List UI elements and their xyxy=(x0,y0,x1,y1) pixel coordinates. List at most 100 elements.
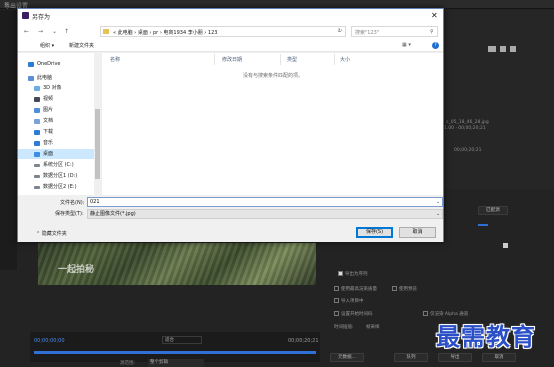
nav-item-drive-c[interactable]: 系统分区 (C:) xyxy=(18,160,94,170)
nav-item-label: OneDrive xyxy=(37,61,61,67)
cancel-button[interactable]: 取消 xyxy=(399,227,436,238)
close-icon[interactable]: ✕ xyxy=(431,11,438,20)
empty-message: 没有与搜索条件匹配的项。 xyxy=(243,73,304,79)
view-options-icon[interactable]: ▦ ▾ xyxy=(402,42,411,48)
option-label: 导入项目中 xyxy=(341,299,364,304)
column-header-name[interactable]: 名称 xyxy=(110,56,120,63)
column-separator[interactable] xyxy=(334,54,335,65)
quality-slider[interactable] xyxy=(478,224,488,226)
nav-item-label: 数据分区1 (D:) xyxy=(43,173,78,179)
filename-value: 021 xyxy=(90,199,100,205)
nav-item-desktop[interactable]: 桌面 xyxy=(18,149,94,159)
nav-item-videos[interactable]: 视频 xyxy=(18,94,94,104)
nav-scrollbar-thumb[interactable] xyxy=(95,109,100,179)
column-separator[interactable] xyxy=(214,54,215,65)
nav-item-drive-e[interactable]: 数据分区2 (E:) xyxy=(18,182,94,192)
delete-preset-icon[interactable] xyxy=(510,46,516,52)
link-checkbox[interactable] xyxy=(503,243,508,248)
nav-item-music[interactable]: 音乐 xyxy=(18,138,94,148)
export-settings-panel: c_05_18_46_28.jpg 1.00 · 00;00;20;21 00;… xyxy=(444,10,554,190)
queue-button[interactable]: 队列 xyxy=(394,353,428,362)
checkbox[interactable] xyxy=(423,311,428,316)
nav-item-downloads[interactable]: 下载 xyxy=(18,127,94,137)
column-separator[interactable] xyxy=(280,54,281,65)
search-input[interactable]: 搜索"123" ⚲ xyxy=(351,26,438,37)
filename-label: 文件名(N): xyxy=(60,200,85,206)
match-source-button[interactable]: 匹配源 xyxy=(478,206,508,215)
nav-item-pictures[interactable]: 图片 xyxy=(18,105,94,115)
address-bar[interactable]: « 此电脑 › 桌面 › pr › 电商1934 李小朋 › 123 ⌄ xyxy=(100,26,346,37)
nav-item-label: 文档 xyxy=(43,118,54,124)
breadcrumb[interactable]: « 此电脑 › 桌面 › pr › 电商1934 李小朋 › 123 xyxy=(113,29,217,36)
nav-item-3d-objects[interactable]: 3D 对象 xyxy=(18,83,94,93)
video-icon xyxy=(34,96,40,102)
cancel-export-button[interactable]: 取消 xyxy=(482,353,516,362)
organize-menu[interactable]: 组织 ▾ xyxy=(40,42,54,49)
nav-item-this-pc[interactable]: 此电脑 xyxy=(18,73,94,83)
back-arrow-icon[interactable]: ← xyxy=(24,28,29,35)
dialog-title: 另存为 xyxy=(32,14,51,21)
fit-select[interactable]: 适合 xyxy=(162,336,202,344)
up-arrow-icon[interactable]: ↑ xyxy=(64,28,69,35)
nav-item-onedrive[interactable]: OneDrive xyxy=(18,59,94,69)
checkbox[interactable] xyxy=(334,286,339,291)
premiere-app-icon xyxy=(22,12,29,19)
download-icon xyxy=(34,129,40,135)
left-strip xyxy=(0,10,17,270)
save-button[interactable]: 保存(S) xyxy=(356,227,393,238)
drive-icon xyxy=(34,175,40,178)
navigation-pane: OneDrive 此电脑 3D 对象 视频 图片 文档 下载 音乐 桌面 系统分… xyxy=(18,53,101,195)
nav-item-label: 数据分区2 (E:) xyxy=(43,184,77,190)
time-interpolation-select[interactable]: 帧采样 xyxy=(366,324,380,330)
option-label: 使用最高渲染质量 xyxy=(341,287,377,292)
cloud-icon xyxy=(28,61,34,67)
nav-item-label: 系统分区 (C:) xyxy=(43,162,74,168)
filename-input[interactable]: 021 ⌄ xyxy=(87,197,443,207)
source-range-select[interactable]: 整个剪辑 xyxy=(148,359,204,367)
filetype-select[interactable]: 静止图像文件(*.jpg) ⌄ xyxy=(87,209,443,219)
recent-locations-icon[interactable]: ⌄ xyxy=(52,28,57,35)
option-max-quality[interactable]: 使用最高渲染质量 xyxy=(334,286,377,292)
column-header-type[interactable]: 类型 xyxy=(287,56,297,63)
checkbox[interactable] xyxy=(334,298,339,303)
desktop-icon xyxy=(34,151,40,157)
nav-item-documents[interactable]: 文档 xyxy=(18,116,94,126)
option-import-project[interactable]: 导入项目中 xyxy=(334,298,364,304)
save-as-dialog: 另存为 ✕ ← → ⌄ ↑ « 此电脑 › 桌面 › pr › 电商1934 李… xyxy=(17,8,444,242)
timeline-track[interactable] xyxy=(34,351,316,354)
save-preset-icon[interactable] xyxy=(488,46,496,52)
source-range-label: 源范围: xyxy=(120,361,136,366)
refresh-icon[interactable]: ↻ xyxy=(338,28,342,34)
checkbox-checked[interactable] xyxy=(338,271,343,276)
cube-icon xyxy=(34,85,40,91)
option-label: 设置开始时间码 xyxy=(341,312,373,317)
hide-folders-toggle[interactable]: ⌃ 隐藏文件夹 xyxy=(36,230,67,237)
search-icon[interactable]: ⚲ xyxy=(430,29,434,35)
option-start-timecode[interactable]: 设置开始时间码 xyxy=(334,311,373,317)
export-as-sequence-option[interactable]: 导出为序列 xyxy=(338,271,368,277)
search-placeholder: 搜索"123" xyxy=(355,30,380,36)
chevron-down-icon[interactable]: ⌄ xyxy=(436,198,440,206)
checkbox[interactable] xyxy=(334,311,339,316)
nav-item-label: 下载 xyxy=(43,129,54,135)
nav-item-drive-d[interactable]: 数据分区1 (D:) xyxy=(18,171,94,181)
output-filename-text: c_05_18_46_28.jpg xyxy=(446,120,489,125)
export-button[interactable]: 导出 xyxy=(438,353,472,362)
drive-icon xyxy=(34,164,40,167)
metadata-button[interactable]: 元数据... xyxy=(330,353,364,362)
watermark-text: 一起拍秘 xyxy=(58,265,95,275)
option-label: 使用预览 xyxy=(399,287,417,292)
picture-icon xyxy=(34,107,40,113)
computer-icon xyxy=(28,75,34,81)
option-use-previews[interactable]: 使用预览 xyxy=(392,286,417,292)
new-folder-button[interactable]: 新建文件夹 xyxy=(69,42,94,49)
forward-arrow-icon[interactable]: → xyxy=(38,28,43,35)
checkbox[interactable] xyxy=(392,286,397,291)
chevron-down-icon[interactable]: ⌄ xyxy=(436,210,440,218)
column-header-modified[interactable]: 修改日期 xyxy=(222,56,242,63)
help-icon[interactable]: ? xyxy=(432,42,439,49)
music-icon xyxy=(34,140,40,146)
import-preset-icon[interactable] xyxy=(500,46,506,52)
close-icon[interactable]: ✕ xyxy=(4,1,548,8)
column-header-size[interactable]: 大小 xyxy=(340,56,350,63)
